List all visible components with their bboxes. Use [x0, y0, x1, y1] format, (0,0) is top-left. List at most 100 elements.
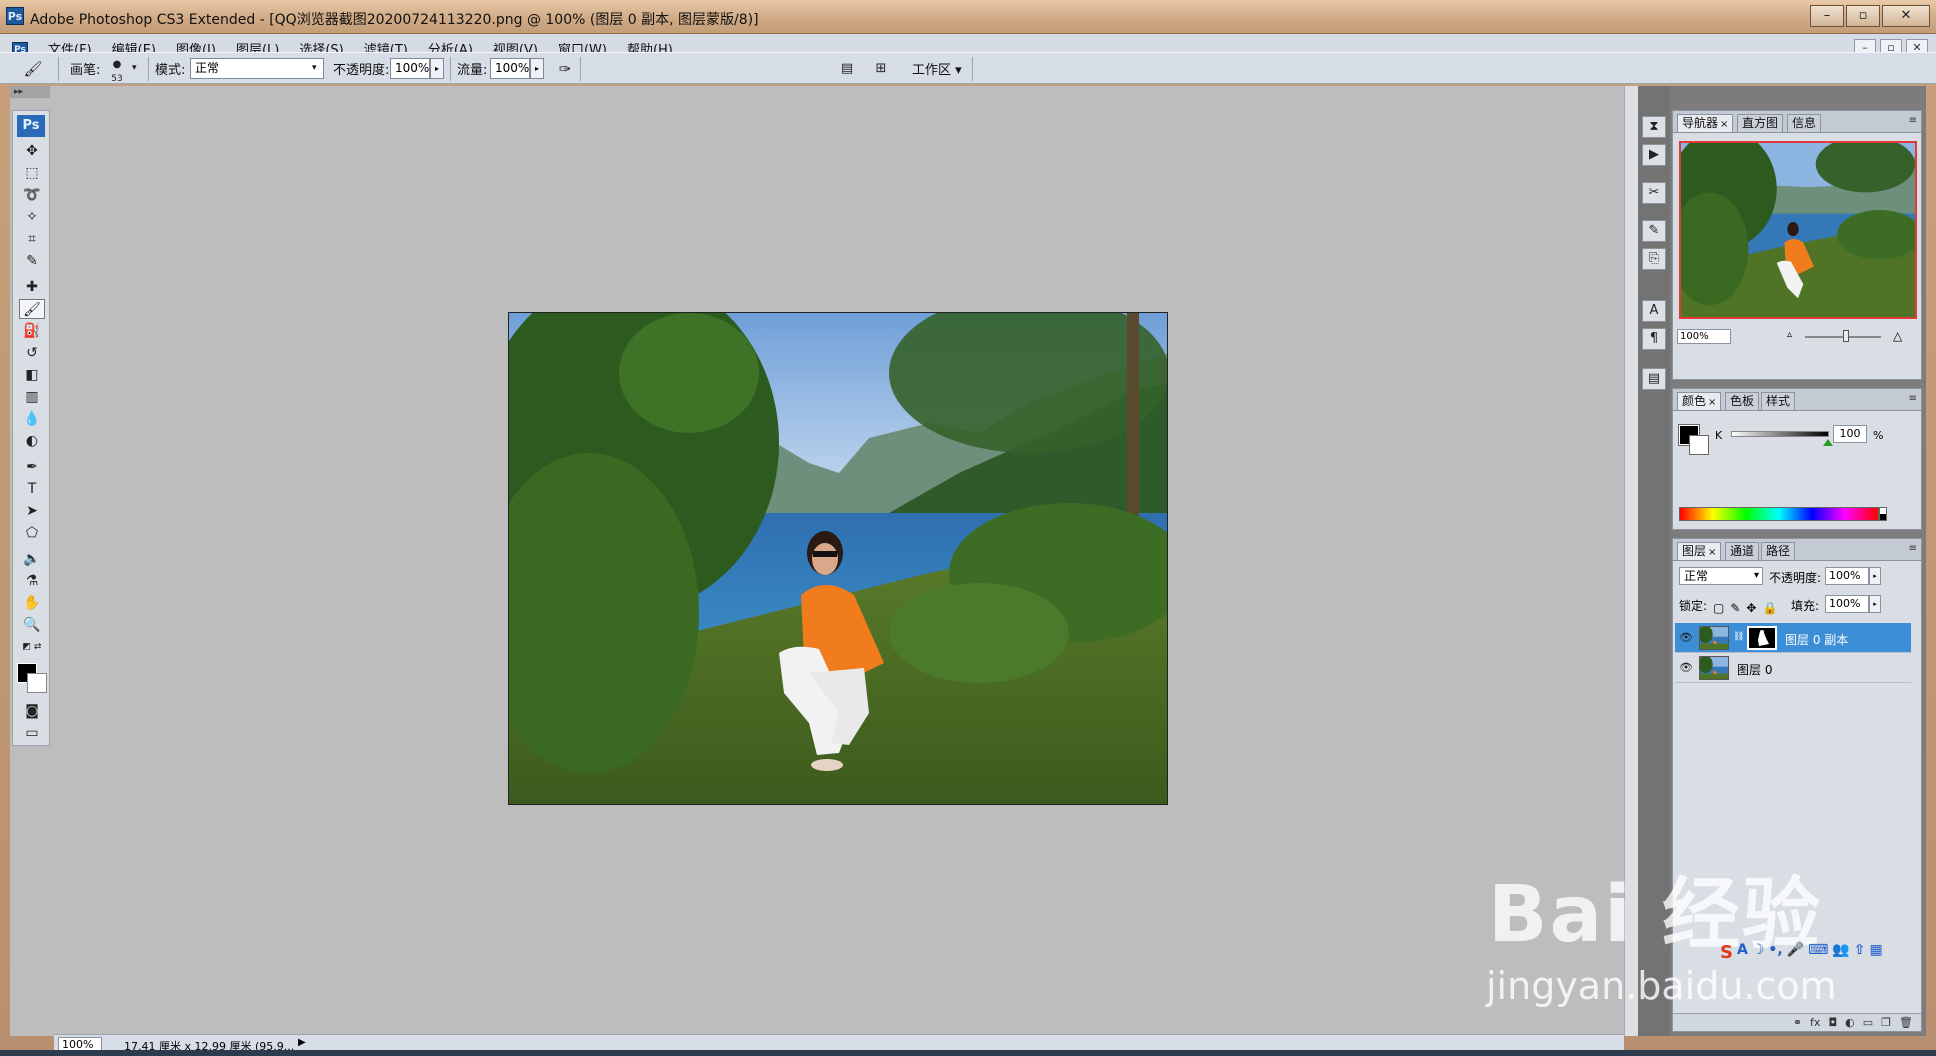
flow-flyout-icon[interactable]: ▸ [530, 58, 544, 79]
panel-menu-icon[interactable]: ≡ [1909, 393, 1917, 404]
visibility-eye-icon[interactable]: 👁 [1679, 661, 1693, 674]
magic-wand-tool-icon[interactable]: ✧ [19, 207, 45, 227]
ime-keyboard-icon[interactable]: ⌨ [1808, 942, 1828, 964]
visibility-eye-icon[interactable]: 👁 [1679, 631, 1693, 644]
opacity-flyout-icon[interactable]: ▸ [430, 58, 444, 79]
workspace-menu[interactable]: 工作区 ▾ [912, 59, 962, 78]
layer-row[interactable]: 👁 ⛓ 图层 0 副本 [1675, 623, 1911, 653]
close-icon[interactable]: × [1708, 547, 1716, 558]
document-canvas[interactable] [508, 312, 1168, 805]
tab-layers[interactable]: 图层 × [1677, 542, 1722, 560]
clone-source-icon[interactable]: ⎘ [1642, 248, 1666, 270]
color-ramp-bw[interactable] [1879, 507, 1887, 521]
eraser-tool-icon[interactable]: ◧ [19, 365, 45, 385]
actions-panel-icon[interactable]: ▶ [1642, 144, 1666, 166]
close-button[interactable]: ✕ [1882, 5, 1930, 27]
layer-comps-icon[interactable]: ▤ [1642, 368, 1666, 390]
blur-tool-icon[interactable]: 💧 [19, 409, 45, 429]
paragraph-panel-icon[interactable]: ¶ [1642, 328, 1666, 350]
quick-mask-icon[interactable]: ◙ [19, 701, 45, 721]
palette-well-icon[interactable]: ▤ [836, 58, 858, 80]
fill-flyout-icon[interactable]: ▸ [1869, 595, 1881, 613]
ime-mic-icon[interactable]: 🎤 [1787, 942, 1804, 964]
zoom-in-icon[interactable]: △ [1893, 329, 1902, 343]
layer-opacity-flyout-icon[interactable]: ▸ [1869, 567, 1881, 585]
close-icon[interactable]: × [1720, 119, 1728, 130]
fill-input[interactable]: 100% [1825, 595, 1869, 613]
airbrush-icon[interactable]: ✑ [554, 58, 576, 80]
lock-pixels-icon[interactable]: ✎ [1730, 601, 1740, 615]
layer-opacity-input[interactable]: 100% [1825, 567, 1869, 585]
marquee-tool-icon[interactable]: ⬚ [19, 163, 45, 183]
hand-tool-icon[interactable]: ✋ [19, 593, 45, 613]
slice-tool-icon[interactable]: ✎ [19, 251, 45, 271]
lock-all-icon[interactable]: 🔒 [1762, 601, 1777, 615]
screen-mode-icon[interactable]: ▭ [19, 723, 45, 743]
healing-brush-tool-icon[interactable]: ✚ [19, 277, 45, 297]
layer-mask-thumbnail[interactable] [1747, 626, 1777, 650]
brush-dropdown-icon[interactable]: ▾ [132, 63, 137, 73]
pen-tool-icon[interactable]: ✒ [19, 457, 45, 477]
status-menu-arrow-icon[interactable]: ▶ [298, 1037, 306, 1048]
tab-histogram[interactable]: 直方图 [1737, 114, 1784, 132]
maximize-button[interactable]: ▫ [1846, 5, 1880, 27]
ime-moon-icon[interactable]: ☽ [1752, 942, 1765, 964]
delete-layer-icon[interactable]: 🗑 [1899, 1014, 1913, 1031]
ime-user-icon[interactable]: 👥 [1832, 942, 1849, 964]
lock-position-icon[interactable]: ✥ [1746, 601, 1756, 615]
ime-punct-icon[interactable]: •, [1768, 942, 1782, 964]
close-icon[interactable]: × [1708, 397, 1716, 408]
tab-paths[interactable]: 路径 [1761, 542, 1796, 560]
link-layers-icon[interactable]: ⚭ [1793, 1014, 1802, 1031]
tool-presets-icon[interactable]: ✂ [1642, 182, 1666, 204]
ime-grid-icon[interactable]: ▦ [1869, 942, 1882, 964]
history-panel-icon[interactable]: ⧗ [1642, 116, 1666, 138]
clone-stamp-tool-icon[interactable]: ⛽ [19, 321, 45, 341]
navigator-thumbnail[interactable] [1679, 141, 1917, 319]
tab-navigator[interactable]: 导航器 × [1677, 114, 1734, 132]
color-ramp[interactable] [1679, 507, 1879, 521]
k-value-input[interactable]: 100 [1833, 425, 1867, 443]
opacity-input[interactable]: 100% [390, 58, 430, 79]
tab-color[interactable]: 颜色 × [1677, 392, 1722, 410]
add-mask-icon[interactable]: ◘ [1828, 1014, 1837, 1031]
tab-swatches[interactable]: 色板 [1725, 392, 1760, 410]
zoom-tool-icon[interactable]: 🔍 [19, 615, 45, 635]
adjustment-layer-icon[interactable]: ◐ [1845, 1014, 1855, 1031]
path-selection-tool-icon[interactable]: ➤ [19, 501, 45, 521]
ime-up-icon[interactable]: ⇧ [1854, 942, 1866, 964]
eyedropper-tool-icon[interactable]: ⚗ [19, 571, 45, 591]
panel-menu-icon[interactable]: ≡ [1909, 543, 1917, 554]
crop-tool-icon[interactable]: ⌗ [19, 229, 45, 249]
background-color-swatch[interactable] [27, 673, 47, 693]
brush-picker[interactable]: ● 53 [106, 58, 128, 84]
panel-menu-icon[interactable]: ≡ [1909, 115, 1917, 126]
bridge-icon[interactable]: ⊞ [870, 58, 892, 80]
k-slider[interactable] [1731, 431, 1829, 437]
k-slider-thumb[interactable] [1823, 439, 1833, 446]
toolbox-collapse-icon[interactable]: ▸▸ [10, 86, 50, 98]
minimize-button[interactable]: – [1810, 5, 1844, 27]
brushes-panel-icon[interactable]: ✎ [1642, 220, 1666, 242]
mode-dropdown-icon[interactable]: ▾ [312, 63, 317, 73]
dodge-tool-icon[interactable]: ◐ [19, 431, 45, 451]
mask-link-icon[interactable]: ⛓ [1733, 632, 1744, 642]
lasso-tool-icon[interactable]: ➰ [19, 185, 45, 205]
zoom-out-icon[interactable]: ▵ [1787, 329, 1792, 340]
type-tool-icon[interactable]: T [19, 479, 45, 499]
tab-info[interactable]: 信息 [1787, 114, 1822, 132]
gradient-tool-icon[interactable]: ▥ [19, 387, 45, 407]
mode-select[interactable]: 正常 [190, 58, 324, 79]
brush-tool-icon[interactable]: 🖌 [19, 299, 45, 319]
layer-row[interactable]: 👁 图层 0 [1675, 653, 1911, 683]
navigator-zoom-field[interactable]: 100% [1677, 329, 1731, 344]
layer-style-icon[interactable]: fx [1810, 1014, 1820, 1031]
brush-tool-preset-icon[interactable]: 🖌 [22, 58, 44, 80]
history-brush-tool-icon[interactable]: ↺ [19, 343, 45, 363]
sogou-logo-icon[interactable]: S [1720, 942, 1733, 964]
color-panel-background-swatch[interactable] [1689, 435, 1709, 455]
new-group-icon[interactable]: ▭ [1863, 1014, 1873, 1031]
blend-mode-select[interactable]: 正常 [1679, 567, 1763, 585]
move-tool-icon[interactable]: ✥ [19, 141, 45, 161]
flow-input[interactable]: 100% [490, 58, 530, 79]
